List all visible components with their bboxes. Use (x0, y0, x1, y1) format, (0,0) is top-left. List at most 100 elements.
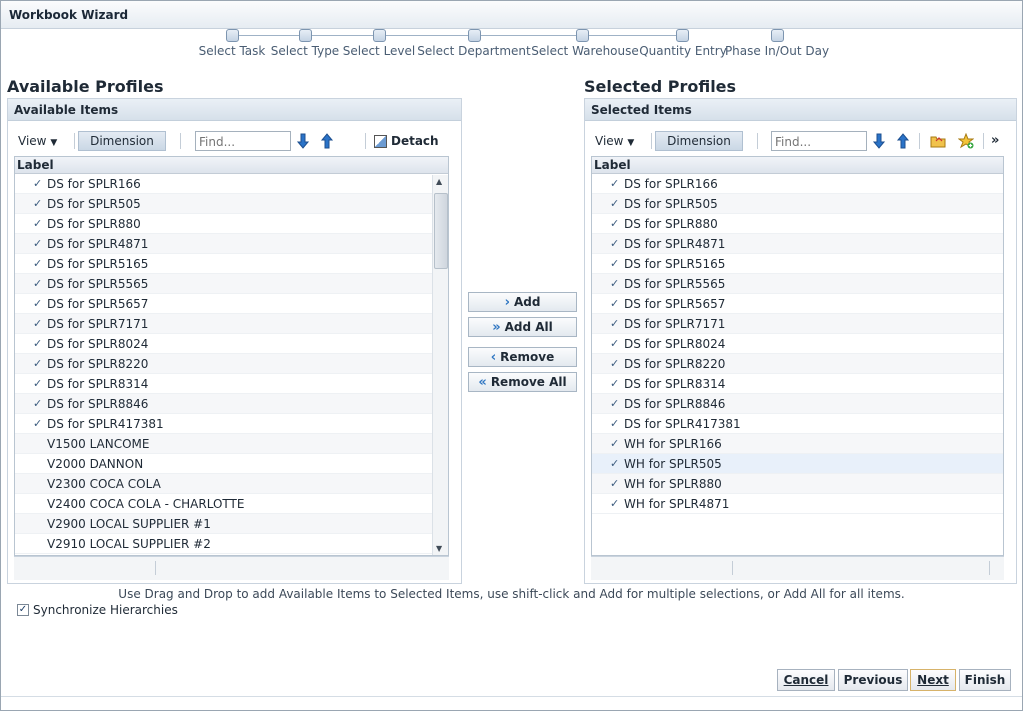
list-item[interactable]: ✓ DS for SPLR5165 (592, 254, 1003, 274)
label-column-header[interactable]: Label (592, 157, 1003, 174)
list-item[interactable]: ✓ WH for SPLR505 (592, 454, 1003, 474)
arrow-up-icon[interactable] (894, 132, 912, 150)
list-item[interactable]: ✓ DS for SPLR7171 (15, 314, 448, 334)
list-item-label: DS for SPLR8220 (47, 356, 149, 371)
add-all-label: Add All (504, 320, 553, 334)
folder-icon[interactable] (929, 132, 947, 150)
view-menu-label: View (18, 134, 47, 148)
list-item[interactable]: ✓ DS for SPLR7171 (592, 314, 1003, 334)
train-stop-1[interactable] (226, 29, 239, 42)
vertical-scrollbar[interactable]: ▲ ▼ (432, 175, 448, 555)
next-button[interactable]: Next (910, 669, 956, 691)
list-item[interactable]: ✓ WH for SPLR4871 (592, 494, 1003, 514)
train-label-quantity-entry[interactable]: Quantity Entry (639, 44, 727, 58)
list-item[interactable]: V2900 LOCAL SUPPLIER #1 (15, 514, 448, 534)
synchronize-hierarchies[interactable]: ✓ Synchronize Hierarchies (17, 603, 178, 617)
list-item[interactable]: ✓ DS for SPLR166 (15, 174, 448, 194)
list-item[interactable]: ✓ DS for SPLR880 (15, 214, 448, 234)
favorite-add-icon[interactable] (957, 132, 975, 150)
train-stop-7[interactable] (771, 29, 784, 42)
list-item[interactable]: ✓ DS for SPLR8846 (592, 394, 1003, 414)
toolbar-divider (983, 133, 984, 149)
label-column-header[interactable]: Label (15, 157, 448, 174)
list-item[interactable]: ✓ WH for SPLR880 (592, 474, 1003, 494)
checkmark-icon: ✓ (610, 217, 620, 230)
train-label-phase-in-out-day[interactable]: Phase In/Out Day (725, 44, 829, 58)
remove-button[interactable]: ‹ Remove (468, 347, 577, 367)
selected-rows: ✓ DS for SPLR166 ✓ DS for SPLR505 ✓ DS for SP… (592, 174, 1003, 514)
train-label-select-department[interactable]: Select Department (417, 44, 530, 58)
list-item[interactable]: ✓ DS for SPLR505 (592, 194, 1003, 214)
previous-button[interactable]: Previous (838, 669, 908, 691)
list-item[interactable]: ✓ DS for SPLR5565 (15, 274, 448, 294)
list-item[interactable]: ✓ DS for SPLR4871 (15, 234, 448, 254)
list-item[interactable]: V1500 LANCOME (15, 434, 448, 454)
toolbar-divider (757, 133, 758, 149)
list-item-label: DS for SPLR8846 (624, 396, 726, 411)
add-all-button[interactable]: » Add All (468, 317, 577, 337)
list-item-label: DS for SPLR4871 (624, 236, 726, 251)
train-stop-4[interactable] (468, 29, 481, 42)
list-item[interactable]: ✓ DS for SPLR505 (15, 194, 448, 214)
list-item[interactable]: ✓ WH for SPLR166 (592, 434, 1003, 454)
arrow-up-icon[interactable] (318, 132, 336, 150)
list-item[interactable]: ✓ DS for SPLR8220 (592, 354, 1003, 374)
list-item[interactable]: ✓ DS for SPLR166 (592, 174, 1003, 194)
add-button[interactable]: › Add (468, 292, 577, 312)
dimension-button[interactable]: Dimension (655, 131, 743, 151)
scroll-down-icon[interactable]: ▼ (436, 544, 442, 553)
train-stop-6[interactable] (676, 29, 689, 42)
list-item[interactable]: ✓ DS for SPLR880 (592, 214, 1003, 234)
list-item[interactable]: ✓ DS for SPLR417381 (592, 414, 1003, 434)
arrow-down-icon[interactable] (294, 132, 312, 150)
train-stop-2[interactable] (299, 29, 312, 42)
list-item[interactable]: V2300 COCA COLA (15, 474, 448, 494)
scroll-up-icon[interactable]: ▲ (436, 177, 442, 186)
list-item[interactable]: ✓ DS for SPLR8024 (15, 334, 448, 354)
list-item-label: WH for SPLR880 (624, 476, 722, 491)
train-label-select-warehouse[interactable]: Select Warehouse (531, 44, 639, 58)
footer-divider-line (1, 696, 1022, 697)
list-item[interactable]: ✓ DS for SPLR8220 (15, 354, 448, 374)
list-item[interactable]: ✓ DS for SPLR8846 (15, 394, 448, 414)
dimension-button[interactable]: Dimension (78, 131, 166, 151)
list-item[interactable]: ✓ DS for SPLR5657 (592, 294, 1003, 314)
list-item[interactable]: ✓ DS for SPLR5165 (15, 254, 448, 274)
list-item[interactable]: V2910 LOCAL SUPPLIER #2 (15, 534, 448, 554)
train-label-select-level[interactable]: Select Level (343, 44, 416, 58)
list-item-label: DS for SPLR8314 (47, 376, 149, 391)
train-label-select-task[interactable]: Select Task (199, 44, 266, 58)
finish-button[interactable]: Finish (959, 669, 1011, 691)
list-item[interactable]: ✓ DS for SPLR4871 (592, 234, 1003, 254)
cancel-button[interactable]: Cancel (777, 669, 835, 691)
list-item[interactable]: V2400 COCA COLA - CHARLOTTE (15, 494, 448, 514)
list-item[interactable]: V2000 DANNON (15, 454, 448, 474)
view-menu[interactable]: View ▼ (595, 134, 634, 148)
list-item[interactable]: ✓ DS for SPLR8314 (592, 374, 1003, 394)
list-item[interactable]: ✓ DS for SPLR417381 (15, 414, 448, 434)
list-item[interactable]: ✓ DS for SPLR5657 (15, 294, 448, 314)
double-chevron-left-icon: « (478, 374, 487, 390)
checkmark-icon: ✓ (610, 417, 620, 430)
synchronize-checkbox[interactable]: ✓ (17, 604, 29, 616)
toolbar-overflow-button[interactable]: » (991, 133, 999, 148)
remove-all-button[interactable]: «Remove All (468, 372, 577, 392)
detach-button[interactable]: Detach (374, 134, 439, 148)
selected-items-header: Selected Items (585, 99, 1016, 121)
list-item[interactable]: ✓ DS for SPLR8024 (592, 334, 1003, 354)
train-stop-3[interactable] (373, 29, 386, 42)
footer-divider (732, 561, 733, 575)
find-input[interactable] (771, 131, 867, 151)
train-label-select-type[interactable]: Select Type (271, 44, 339, 58)
list-item-label: DS for SPLR166 (47, 176, 141, 191)
checkmark-icon: ✓ (610, 257, 620, 270)
arrow-down-icon[interactable] (870, 132, 888, 150)
scroll-thumb[interactable] (434, 193, 448, 269)
list-item[interactable]: ✓ DS for SPLR5565 (592, 274, 1003, 294)
find-input[interactable] (195, 131, 291, 151)
selected-toolbar: View ▼ Dimension » (591, 129, 1010, 155)
view-menu[interactable]: View ▼ (18, 134, 57, 148)
wizard-train: Select Task Select Type Select Level Sel… (1, 29, 1022, 65)
list-item[interactable]: ✓ DS for SPLR8314 (15, 374, 448, 394)
train-stop-5[interactable] (576, 29, 589, 42)
